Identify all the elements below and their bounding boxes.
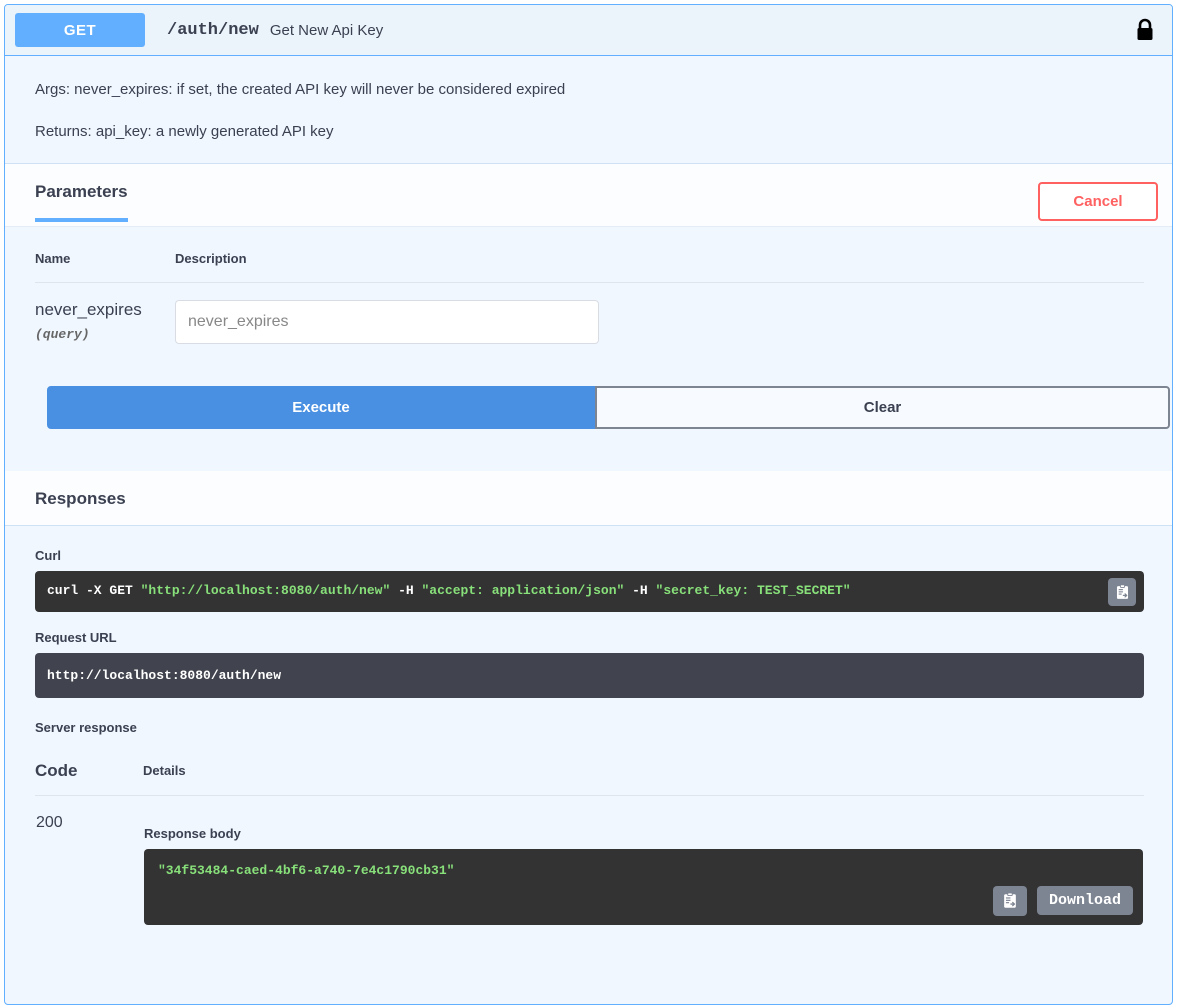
curl-accept-header: "accept: application/json"	[421, 583, 625, 598]
curl-url-arg: "http://localhost:8080/auth/new"	[140, 583, 391, 598]
spacer-after-curl	[35, 612, 1144, 630]
operation-description: Args: never_expires: if set, the created…	[5, 56, 1172, 164]
operation-summary-header[interactable]: GET /auth/new Get New Api Key	[5, 5, 1172, 56]
col-header-name: Name	[35, 251, 175, 283]
parameters-table: Name Description never_expires (query)	[35, 251, 1144, 344]
response-body-value: "34f53484-caed-4bf6-a740-7e4c1790cb31"	[158, 862, 455, 878]
description-line-returns: Returns: api_key: a newly generated API …	[35, 122, 334, 140]
clipboard-copy-icon[interactable]	[992, 885, 1027, 916]
table-row: never_expires (query)	[35, 283, 1144, 345]
response-code-cell: 200	[35, 795, 143, 926]
curl-label: Curl	[35, 548, 61, 563]
responses-header: Responses	[5, 471, 1172, 525]
parameter-name: never_expires	[35, 300, 142, 319]
col-header-description: Description	[175, 251, 1144, 283]
execute-row-spacer	[35, 429, 1144, 471]
spacer-after-url	[35, 698, 1144, 720]
curl-mid2: -H	[624, 583, 656, 598]
clear-button[interactable]: Clear	[595, 386, 1170, 429]
col-header-code: Code	[35, 760, 143, 796]
lock-icon[interactable]	[1132, 17, 1158, 43]
parameters-title: Parameters	[35, 182, 128, 222]
response-details-cell: Response body "34f53484-caed-4bf6-a740-7…	[143, 795, 1144, 926]
response-body-label: Response body	[144, 825, 241, 841]
execute-clear-row: Execute Clear	[47, 386, 1170, 429]
download-button[interactable]: Download	[1036, 886, 1133, 916]
execute-button[interactable]: Execute	[47, 386, 595, 429]
responses-title: Responses	[35, 489, 126, 508]
responses-table-header-row: Code Details	[35, 760, 1144, 796]
response-body-actions: Download	[992, 885, 1133, 916]
operation-path: /auth/new	[167, 20, 259, 40]
status-code: 200	[36, 813, 63, 831]
curl-mid1: -H	[390, 583, 422, 598]
operation-block: GET /auth/new Get New Api Key Args: neve…	[4, 4, 1173, 1005]
http-method-badge: GET	[15, 13, 145, 47]
curl-secret-header: "secret_key: TEST_SECRET"	[655, 583, 851, 598]
parameter-name-cell: never_expires (query)	[35, 283, 175, 345]
response-body-block: "34f53484-caed-4bf6-a740-7e4c1790cb31" D…	[144, 848, 1143, 925]
clipboard-copy-icon[interactable]	[1108, 578, 1136, 606]
curl-prefix: curl -X GET	[47, 583, 141, 598]
col-header-details: Details	[143, 760, 1144, 796]
parameters-body: Name Description never_expires (query) E…	[5, 227, 1172, 471]
never-expires-input[interactable]	[175, 300, 599, 344]
curl-command-block: curl -X GET "http://localhost:8080/auth/…	[35, 571, 1144, 612]
spacer-after-server-response	[35, 743, 1144, 761]
description-line-args: Args: never_expires: if set, the created…	[35, 81, 566, 98]
parameter-input-cell	[175, 283, 1144, 344]
request-url-block: http://localhost:8080/auth/new	[35, 652, 1144, 698]
parameters-header: Parameters Cancel	[5, 164, 1172, 226]
table-row: 200 Response body "34f53484-caed-4bf6-a7…	[35, 795, 1144, 926]
request-url-label: Request URL	[35, 629, 117, 645]
server-response-label: Server response	[35, 719, 137, 735]
responses-table: Code Details 200 Response body "34f53484…	[35, 760, 1144, 926]
cancel-button[interactable]: Cancel	[1038, 182, 1158, 221]
responses-body: Curl curl -X GET "http://localhost:8080/…	[5, 525, 1172, 926]
parameter-location: (query)	[35, 326, 90, 342]
parameters-table-header-row: Name Description	[35, 251, 1144, 283]
operation-summary-text: Get New Api Key	[269, 21, 384, 39]
